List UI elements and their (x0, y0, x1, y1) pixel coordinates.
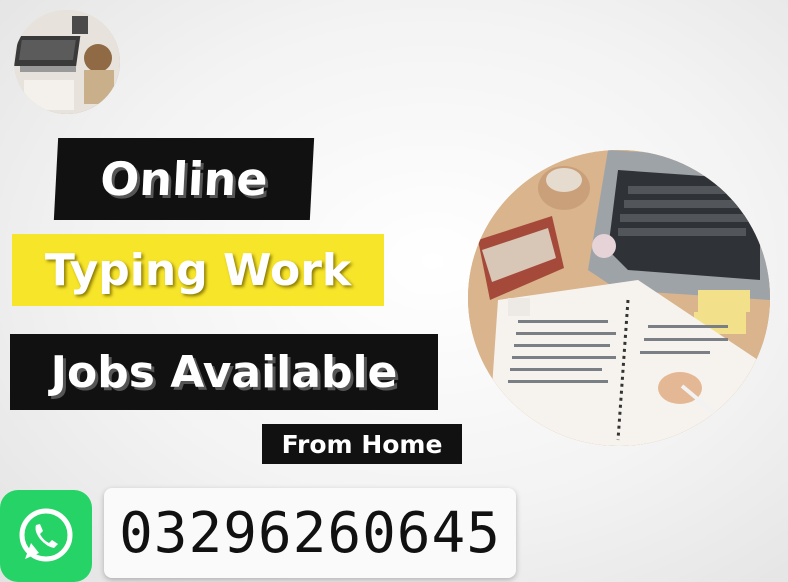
laptop-notebook-image (468, 150, 770, 446)
phone-number: 03296260645 (119, 500, 501, 566)
headline-from-home: From Home (262, 424, 462, 464)
headline-from-home-text: From Home (281, 429, 443, 459)
headline-typing-work-text: Typing Work (44, 244, 352, 296)
headline-jobs-available: Jobs Available (10, 334, 438, 410)
headline-jobs-available-text: Jobs Available (50, 346, 398, 398)
headline-typing-work: Typing Work (12, 234, 384, 306)
phone-number-box[interactable]: 03296260645 (104, 488, 516, 578)
laptop-desk-image (14, 10, 120, 114)
profile-photo (14, 10, 120, 114)
headline-online-text: Online (98, 152, 270, 206)
whatsapp-logo-graphic (19, 508, 73, 562)
whatsapp-icon[interactable] (0, 490, 92, 582)
headline-online: Online (53, 138, 315, 220)
desk-photo (468, 150, 770, 446)
